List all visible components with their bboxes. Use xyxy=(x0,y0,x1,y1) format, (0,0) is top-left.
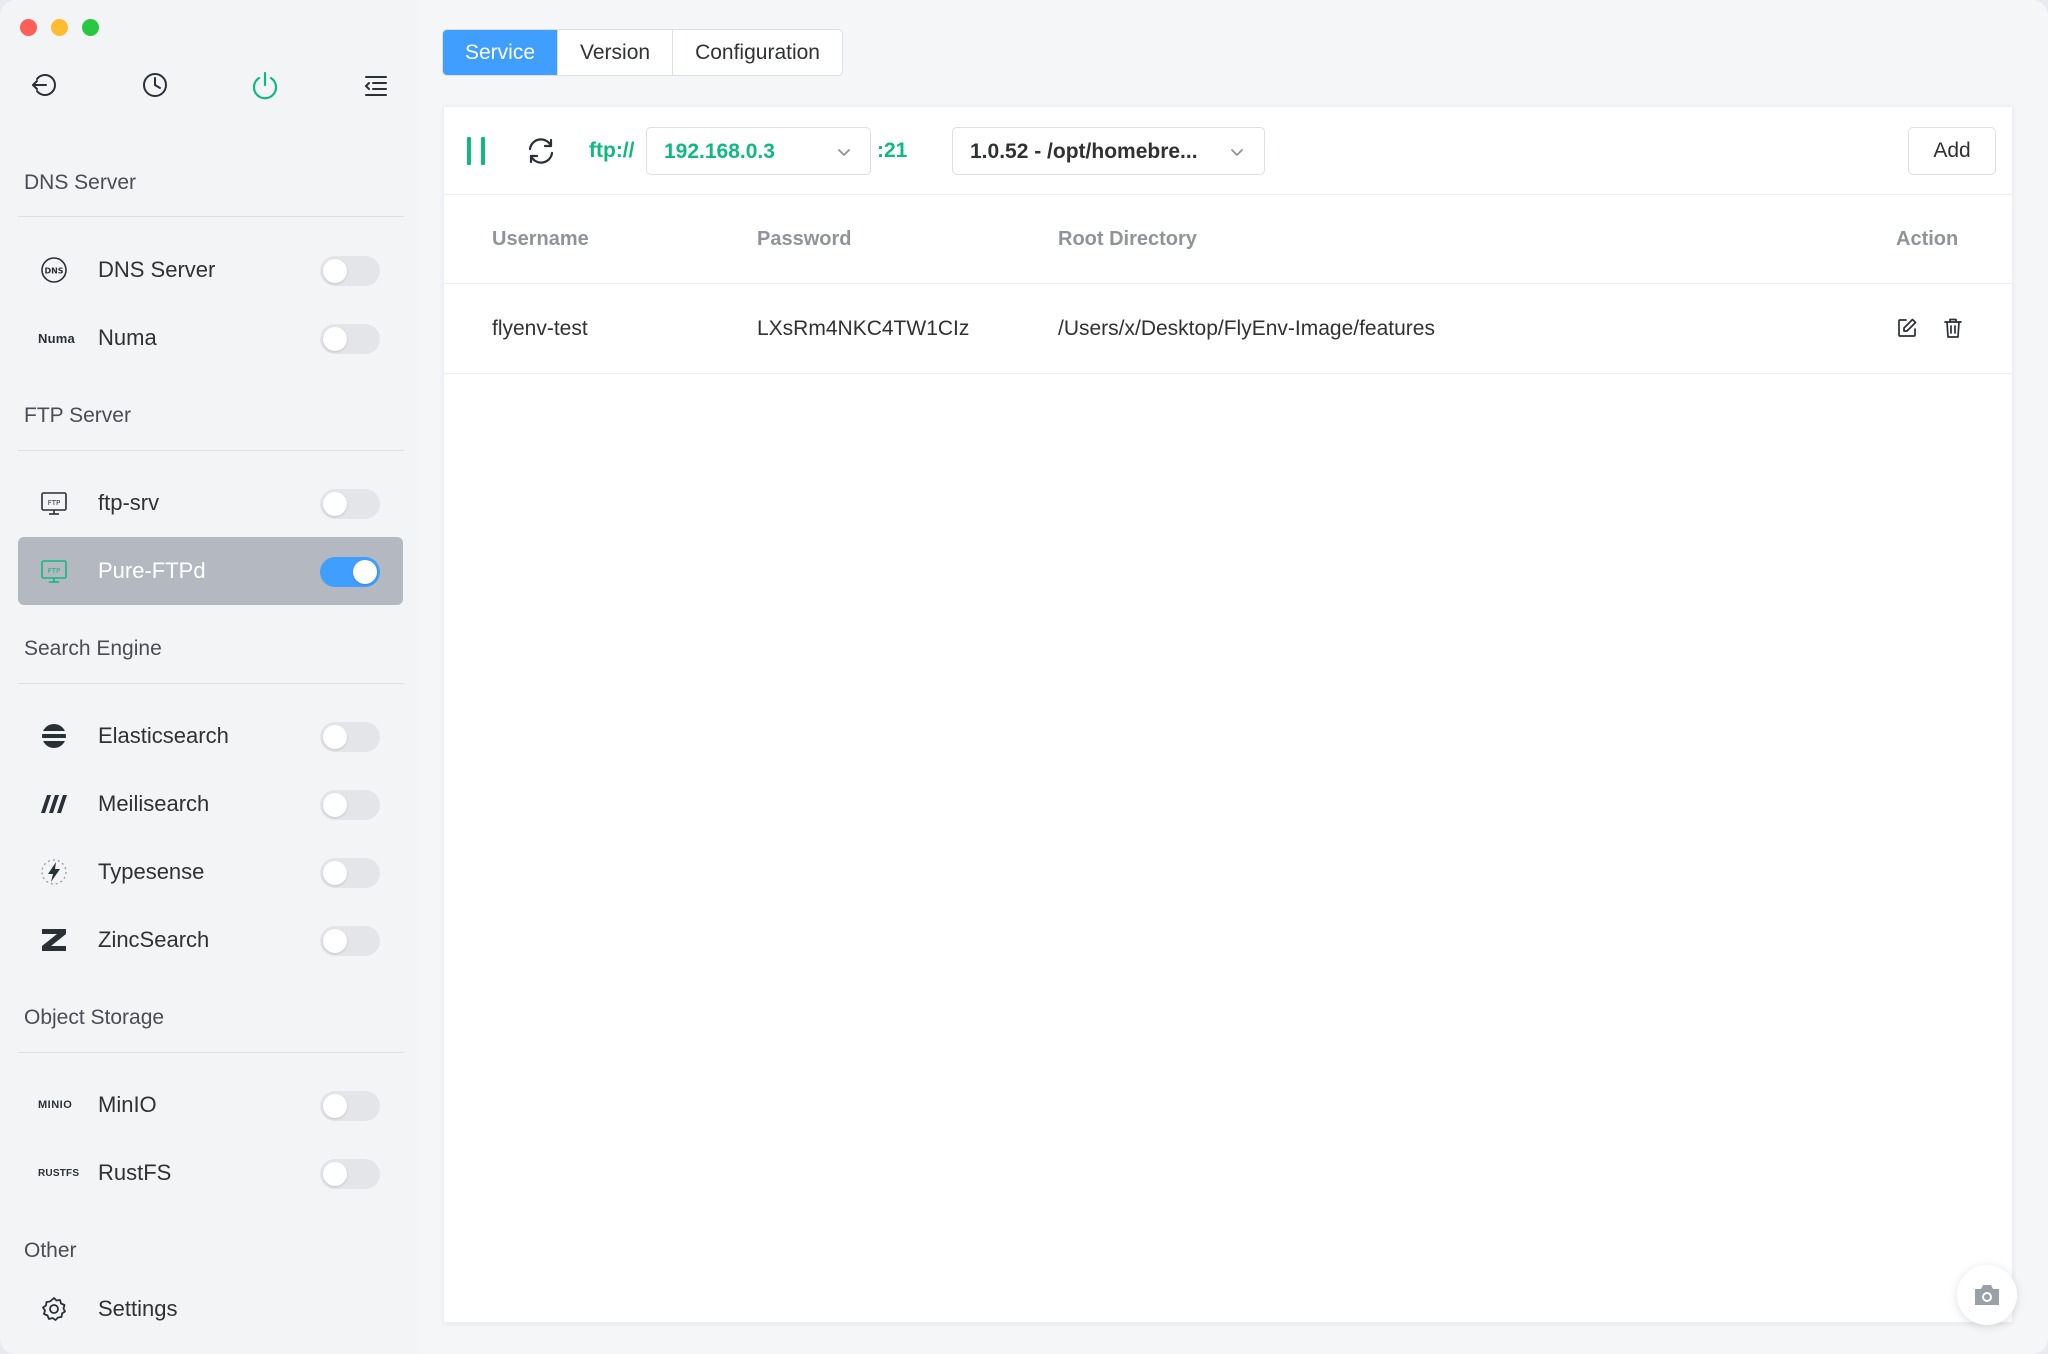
typesense-icon xyxy=(38,856,70,888)
sidebar-item-rustfs[interactable]: RUSTFS RustFS xyxy=(18,1139,403,1207)
minio-logo: MINIO xyxy=(38,1089,88,1121)
service-panel: ftp:// 192.168.0.3 :21 1.0.52 - /opt/hom… xyxy=(443,106,2013,1323)
sidebar-item-label: Pure-FTPd xyxy=(98,558,206,583)
column-header-root-directory: Root Directory xyxy=(1058,228,1197,250)
column-header-action: Action xyxy=(1896,228,1959,250)
refresh-icon[interactable] xyxy=(524,134,558,168)
tab-bar: Service Version Configuration xyxy=(442,29,843,76)
version-select-value: 1.0.52 - /opt/homebre... xyxy=(970,140,1198,163)
minimize-window-button[interactable] xyxy=(51,19,68,36)
divider xyxy=(18,1052,404,1053)
delete-icon[interactable] xyxy=(1941,316,1965,340)
divider xyxy=(18,450,404,451)
svg-text:DNS: DNS xyxy=(44,267,63,276)
edit-icon[interactable] xyxy=(1895,316,1919,340)
section-title-object-storage: Object Storage xyxy=(24,1006,165,1029)
svg-text:FTP: FTP xyxy=(48,499,60,507)
version-select[interactable]: 1.0.52 - /opt/homebre... xyxy=(952,127,1265,175)
rustfs-toggle[interactable] xyxy=(320,1159,380,1189)
protocol-label: ftp:// xyxy=(589,139,635,162)
sidebar-item-elasticsearch[interactable]: Elasticsearch xyxy=(18,702,403,770)
sidebar-item-label: MinIO xyxy=(98,1092,157,1117)
section-title-ftp-server: FTP Server xyxy=(24,404,131,427)
numa-toggle[interactable] xyxy=(320,324,380,354)
maximize-window-button[interactable] xyxy=(82,19,99,36)
sidebar-item-label: DNS Server xyxy=(98,257,216,282)
dns-icon: DNS xyxy=(38,254,70,286)
ip-select-value: 192.168.0.3 xyxy=(664,140,775,163)
ftp-icon: FTP xyxy=(38,555,70,587)
sidebar-item-numa[interactable]: Numa Numa xyxy=(18,304,403,372)
sidebar-item-zincsearch[interactable]: ZincSearch xyxy=(18,906,403,974)
sidebar-top-icons xyxy=(0,68,420,104)
section-title-other: Other xyxy=(24,1239,77,1262)
sidebar-item-settings[interactable]: Settings xyxy=(18,1275,403,1343)
chevron-down-icon xyxy=(1231,149,1243,156)
typesense-toggle[interactable] xyxy=(320,858,380,888)
zincsearch-toggle[interactable] xyxy=(320,926,380,956)
sidebar-item-typesense[interactable]: Typesense xyxy=(18,838,403,906)
screenshot-button[interactable] xyxy=(1957,1265,2017,1325)
ip-select[interactable]: 192.168.0.3 xyxy=(646,127,871,175)
divider xyxy=(18,683,404,684)
section-title-dns-server: DNS Server xyxy=(24,171,137,194)
minio-toggle[interactable] xyxy=(320,1091,380,1121)
sidebar-item-label: ftp-srv xyxy=(98,490,160,515)
tab-version[interactable]: Version xyxy=(558,30,674,75)
rustfs-logo: RUSTFS xyxy=(38,1157,88,1189)
cell-root-directory: /Users/x/Desktop/FlyEnv-Image/features xyxy=(1058,317,1435,340)
divider xyxy=(18,216,404,217)
sidebar-item-label: Typesense xyxy=(98,859,205,884)
sidebar-item-ftp-srv[interactable]: FTP ftp-srv xyxy=(18,469,403,537)
dns-server-toggle[interactable] xyxy=(320,256,380,286)
column-header-username: Username xyxy=(492,228,589,250)
sidebar-item-label: ZincSearch xyxy=(98,927,210,952)
add-user-button[interactable]: Add xyxy=(1908,127,1996,175)
tab-configuration[interactable]: Configuration xyxy=(673,30,842,75)
sidebar-item-label: Settings xyxy=(98,1296,178,1321)
sidebar-item-dns-server[interactable]: DNS DNS Server xyxy=(18,236,403,304)
tab-service[interactable]: Service xyxy=(443,30,559,75)
meilisearch-icon xyxy=(38,788,70,820)
gear-icon xyxy=(38,1293,70,1325)
elasticsearch-icon xyxy=(38,720,70,752)
sidebar: DNS Server DNS DNS Server Numa Numa FTP … xyxy=(0,0,420,1354)
port-label: :21 xyxy=(877,139,908,162)
menu-collapse-icon[interactable] xyxy=(359,68,393,102)
ftp-icon: FTP xyxy=(38,487,70,519)
close-window-button[interactable] xyxy=(20,19,37,36)
meilisearch-toggle[interactable] xyxy=(320,790,380,820)
history-icon[interactable] xyxy=(138,68,172,102)
table-row: flyenv-test LXsRm4NKC4TW1CIz /Users/x/De… xyxy=(444,284,2012,374)
sidebar-item-label: Meilisearch xyxy=(98,791,210,816)
back-icon[interactable] xyxy=(28,68,62,102)
service-toolbar: ftp:// 192.168.0.3 :21 1.0.52 - /opt/hom… xyxy=(444,107,2012,195)
section-title-search-engine: Search Engine xyxy=(24,637,162,660)
rustfs-logo-text: RUSTFS xyxy=(38,1167,80,1179)
sidebar-item-label: Numa xyxy=(98,325,157,350)
ftp-srv-toggle[interactable] xyxy=(320,489,380,519)
zincsearch-icon xyxy=(38,924,70,956)
pure-ftpd-toggle[interactable] xyxy=(320,557,380,587)
app-window: DNS Server DNS DNS Server Numa Numa FTP … xyxy=(0,0,2048,1354)
numa-logo: Numa xyxy=(38,322,82,354)
sidebar-item-label: Elasticsearch xyxy=(98,723,229,748)
pause-icon[interactable] xyxy=(467,137,487,165)
power-icon[interactable] xyxy=(248,68,282,102)
cell-username: flyenv-test xyxy=(492,317,588,340)
sidebar-item-minio[interactable]: MINIO MinIO xyxy=(18,1071,403,1139)
elasticsearch-toggle[interactable] xyxy=(320,722,380,752)
camera-icon xyxy=(1975,1285,1999,1305)
chevron-down-icon xyxy=(838,149,850,156)
column-header-password: Password xyxy=(757,228,852,250)
sidebar-item-pure-ftpd[interactable]: FTP Pure-FTPd xyxy=(18,537,403,605)
svg-text:FTP: FTP xyxy=(48,567,60,575)
sidebar-item-label: RustFS xyxy=(98,1160,172,1185)
minio-logo-text: MINIO xyxy=(38,1099,73,1111)
numa-logo-text: Numa xyxy=(38,330,75,346)
traffic-lights xyxy=(20,19,99,36)
sidebar-item-meilisearch[interactable]: Meilisearch xyxy=(18,770,403,838)
cell-password: LXsRm4NKC4TW1CIz xyxy=(757,317,970,340)
table-header: Username Password Root Directory Action xyxy=(444,195,2012,284)
